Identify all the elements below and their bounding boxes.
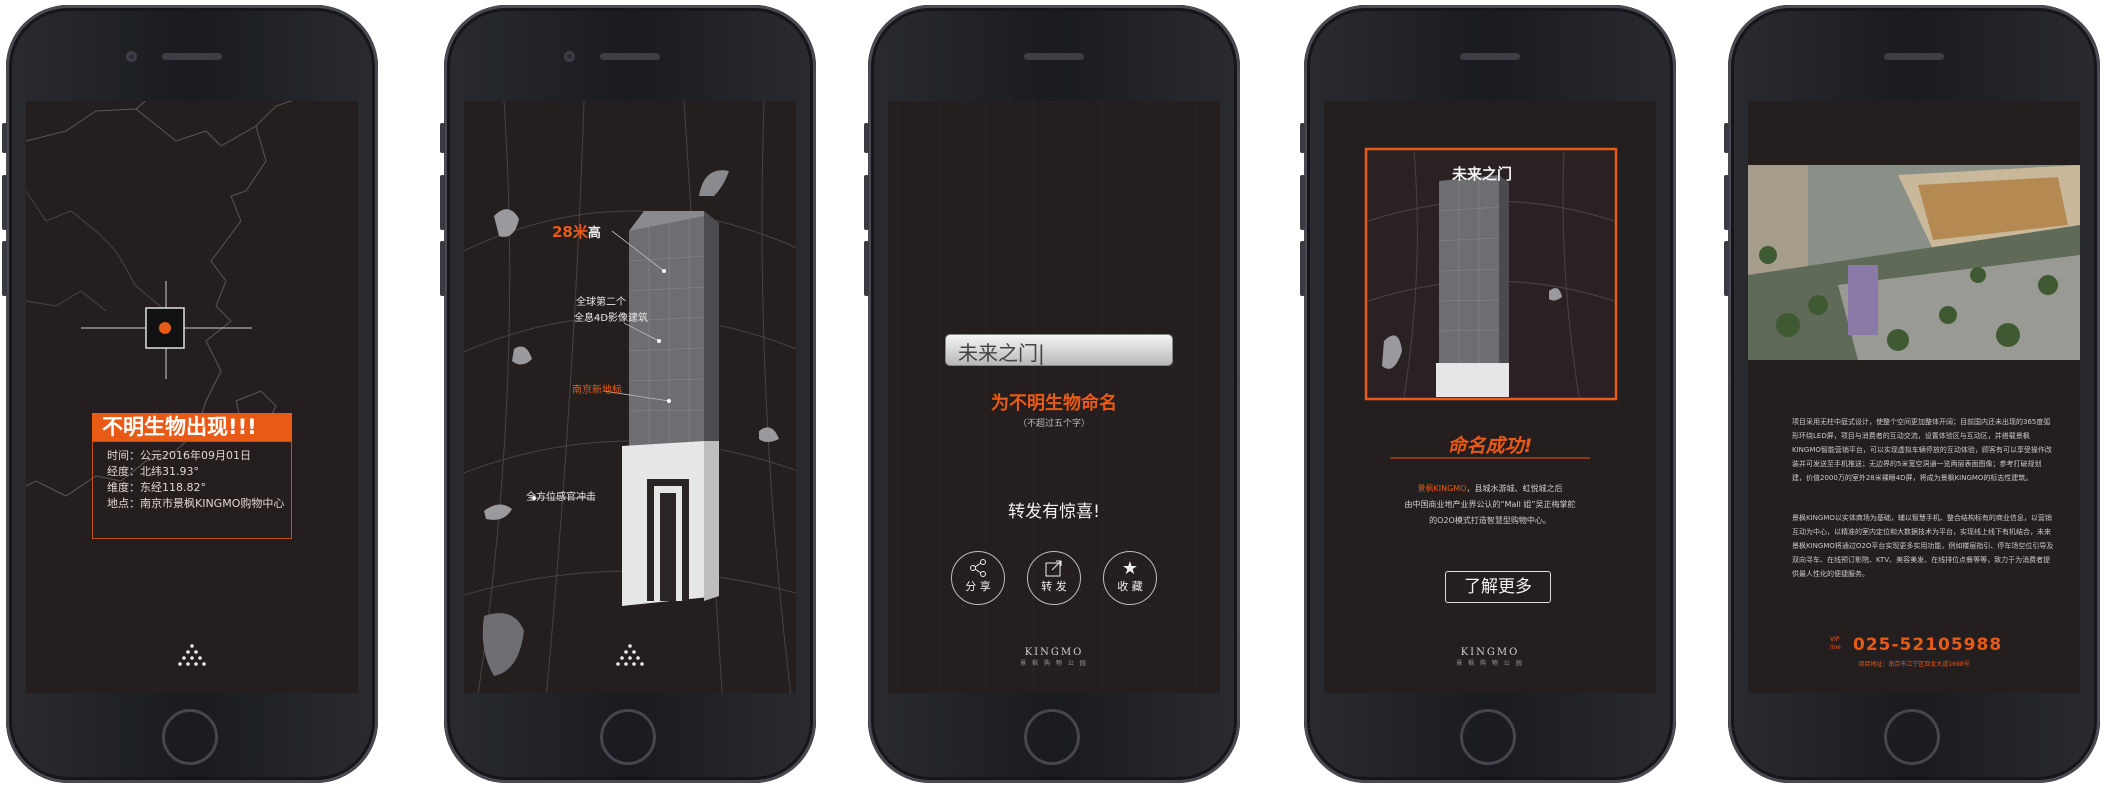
favorite-label: 收 藏 <box>1117 580 1143 593</box>
home-button[interactable] <box>1024 709 1080 765</box>
creature-name-value: 未来之门| <box>958 341 1045 365</box>
height-label: 28米高 <box>552 221 601 242</box>
speaker-grille <box>162 53 222 60</box>
project-paragraph-1: 项目采用无柱中庭式设计，使整个空间更加整体开阔；目前国内还未出现的365度弧形环… <box>1792 418 2052 482</box>
location-text: 地点：南京市景枫KINGMO购物中心 <box>107 497 285 510</box>
rank-label-1: 全球第二个 <box>576 297 626 308</box>
globe-grid-and-tower <box>464 101 796 693</box>
alert-title: 不明生物出现!!! <box>92 413 292 441</box>
favorite-button[interactable]: ★ 收 藏 <box>1103 551 1157 605</box>
phone-mockup-4: 未来之门 命名成功! 景枫KINGMO，县城水游城、虹悦城之后 由中国商业地产业… <box>1300 5 1676 783</box>
desc-line-1: ，县城水游城、虹悦城之后 <box>1466 484 1563 493</box>
landmark-label: 南京新地标 <box>572 385 622 396</box>
brand-highlight: 景枫KINGMO <box>1417 484 1467 493</box>
kingmo-logo: KINGMO 景 枫 购 物 公 园 <box>888 647 1220 667</box>
success-description: 景枫KINGMO，县城水游城、虹悦城之后 由中国商业地产业界公认的“Mall 姐… <box>1344 481 1636 529</box>
logo-main-text: KINGMO <box>1460 647 1520 658</box>
home-button[interactable] <box>600 709 656 765</box>
screen-tower-features: 28米高 全球第二个 全息4D影像建筑 南京新地标 全方位感官冲击 <box>464 101 796 693</box>
time-text: 时间：公元2016年09月01日 <box>107 449 251 462</box>
hotline-number[interactable]: 025-52105988 <box>1853 635 2002 655</box>
screen-alert: 不明生物出现!!! 时间：公元2016年09月01日 经度：北纬31.93° 维… <box>26 101 358 693</box>
learn-more-button[interactable]: 了解更多 <box>1445 571 1551 603</box>
rank-label-2: 全息4D影像建筑 <box>574 313 649 324</box>
home-button[interactable] <box>162 709 218 765</box>
screen-success: 未来之门 命名成功! 景枫KINGMO，县城水游城、虹悦城之后 由中国商业地产业… <box>1324 101 1656 693</box>
forward-button[interactable]: 转 发 <box>1027 551 1081 605</box>
screen-project-info: 项目采用无柱中庭式设计，使整个空间更加整体开阔；目前国内还未出现的365度弧形环… <box>1748 101 2080 693</box>
project-paragraph-2: 景枫KINGMO以实体商场为基础，辅以智慧手机、整合结构标有的商业信息，以营销互… <box>1792 514 2054 578</box>
hotline-label: VIP line <box>1830 636 1841 651</box>
logo-sub-text: 景 枫 购 物 公 园 <box>1456 660 1524 667</box>
impact-label: 全方位感官冲击 <box>526 492 596 503</box>
creature-name-input[interactable]: 未来之门| <box>946 335 1172 365</box>
height-unit: 高 <box>587 226 601 241</box>
phone-mockup-1: 不明生物出现!!! 时间：公元2016年09月01日 经度：北纬31.93° 维… <box>2 5 378 783</box>
named-tower-frame <box>1364 147 1618 401</box>
naming-title: 为不明生物命名 <box>991 393 1117 414</box>
forward-icon <box>1028 558 1080 580</box>
mall-aerial-photo <box>1748 165 2080 360</box>
sighting-info-box: 时间：公元2016年09月01日 经度：北纬31.93° 维度：东经118.82… <box>92 441 292 539</box>
share-button[interactable]: 分 享 <box>951 551 1005 605</box>
height-number: 28米 <box>552 223 588 241</box>
speaker-grille <box>1884 53 1944 60</box>
front-camera <box>126 51 137 62</box>
desc-line-3: 的O2O模式打造智慧型购物中心。 <box>1429 516 1551 525</box>
share-icon <box>952 558 1004 580</box>
star-icon: ★ <box>1121 558 1139 579</box>
speaker-grille <box>600 53 660 60</box>
speaker-grille <box>1460 53 1520 60</box>
screen-naming: 未来之门| 为不明生物命名 （不超过五个字） 转发有惊喜! 分 享 转 发 ★ … <box>888 101 1220 693</box>
forward-prompt: 转发有惊喜! <box>1008 502 1100 522</box>
home-button[interactable] <box>1884 709 1940 765</box>
tower-sign-text: 未来之门 <box>1452 165 1513 183</box>
speaker-grille <box>1024 53 1084 60</box>
phone-mockup-2: 28米高 全球第二个 全息4D影像建筑 南京新地标 全方位感官冲击 <box>440 5 816 783</box>
logo-main-text: KINGMO <box>1024 647 1084 658</box>
latitude-text: 经度：北纬31.93° <box>107 465 199 478</box>
share-label: 分 享 <box>965 580 991 593</box>
title-underline <box>1390 457 1590 459</box>
longitude-text: 维度：东经118.82° <box>107 481 206 494</box>
phone-mockup-3: 未来之门| 为不明生物命名 （不超过五个字） 转发有惊喜! 分 享 转 发 ★ … <box>864 5 1240 783</box>
desc-line-2: 由中国商业地产业界公认的“Mall 姐”吴正梅掌舵 <box>1404 500 1576 509</box>
china-map-outline <box>26 101 293 666</box>
front-camera <box>564 51 575 62</box>
naming-subtitle: （不超过五个字） <box>1017 419 1090 429</box>
logo-sub-text: 景 枫 购 物 公 园 <box>1020 660 1088 667</box>
kingmo-logo: KINGMO 景 枫 购 物 公 园 <box>1324 647 1656 667</box>
forward-label: 转 发 <box>1041 580 1067 593</box>
home-button[interactable] <box>1460 709 1516 765</box>
project-address: 项目地址：南京市江宁区双龙大道1698号 <box>1858 661 1970 668</box>
phone-mockup-5: 项目采用无柱中庭式设计，使整个空间更加整体开阔；目前国内还未出现的365度弧形环… <box>1724 5 2100 783</box>
